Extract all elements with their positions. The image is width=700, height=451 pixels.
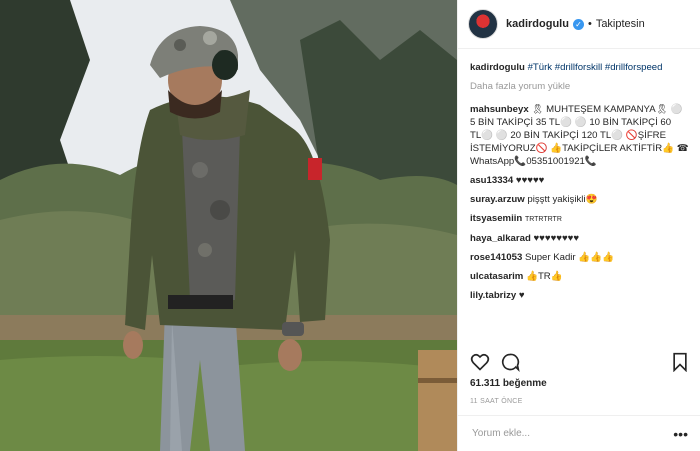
follow-status-button[interactable]: Takiptesin <box>596 18 645 30</box>
comment-item: mahsunbeyx 🎗 MUHTEŞEM KAMPANYA🎗 ⚪ 5 BİN … <box>470 103 690 168</box>
comment-username[interactable]: haya_alkarad <box>470 233 531 244</box>
comment-text: Super Kadir 👍👍👍 <box>524 252 615 263</box>
more-options-icon[interactable]: ••• <box>673 426 688 442</box>
header-username[interactable]: kadirdogulu <box>506 18 569 30</box>
comments-list: kadirdogulu #Türk #drillforskill #drillf… <box>458 49 700 338</box>
comment-item: asu13334 ♥♥♥♥♥ <box>470 174 690 187</box>
heart-icon[interactable] <box>470 352 490 372</box>
add-comment-input[interactable] <box>470 427 674 440</box>
post-header: kadirdogulu ✓ • Takiptesin <box>458 0 700 49</box>
comment-username[interactable]: asu13334 <box>470 175 513 186</box>
add-comment-bar: ••• <box>458 415 700 451</box>
comment-text: 👍TR👍 <box>526 271 563 282</box>
comment-username[interactable]: mahsunbeyx <box>470 104 529 115</box>
comment-text: pişştt yakişikli😍 <box>527 194 598 205</box>
comment-text: ♥♥♥♥♥ <box>515 175 545 186</box>
speech-bubble-icon[interactable] <box>500 352 520 372</box>
verified-badge-icon: ✓ <box>572 18 584 30</box>
caption-hashtags[interactable]: #Türk #drillforskill #drillforspeed <box>528 62 663 73</box>
instagram-post: kadirdogulu ✓ • Takiptesin kadirdogulu #… <box>0 0 700 451</box>
caption-username[interactable]: kadirdogulu <box>470 62 525 73</box>
comment-item: suray.arzuw pişştt yakişikli😍 <box>470 193 690 206</box>
post-sidebar: kadirdogulu ✓ • Takiptesin kadirdogulu #… <box>457 0 700 451</box>
comment-item: itsyasemiin TRTRTRTR <box>470 212 690 226</box>
comment-item: lily.tabrizy ♥ <box>470 289 690 302</box>
avatar[interactable] <box>468 9 498 39</box>
comment-username[interactable]: suray.arzuw <box>470 194 525 205</box>
comment-item: ulcatasarim 👍TR👍 <box>470 270 690 283</box>
comment-item: rose141053 Super Kadir 👍👍👍 <box>470 251 690 264</box>
comment-text: ♥ <box>518 290 525 301</box>
comment-item: haya_alkarad ♥♥♥♥♥♥♥♥ <box>470 232 690 245</box>
caption: kadirdogulu #Türk #drillforskill #drillf… <box>470 61 690 74</box>
photo-illustration <box>0 0 457 451</box>
post-timestamp: 11 SAAT ÖNCE <box>470 398 523 405</box>
post-actions <box>470 350 690 374</box>
like-count[interactable]: 61.311 beğenme <box>470 378 547 389</box>
header-separator: • <box>587 18 592 30</box>
bookmark-icon[interactable] <box>670 352 690 372</box>
comment-username[interactable]: lily.tabrizy <box>470 290 516 301</box>
comment-text: ♥♥♥♥♥♥♥♥ <box>533 233 580 244</box>
post-photo[interactable] <box>0 0 457 451</box>
comment-username[interactable]: itsyasemiin <box>470 213 522 224</box>
comment-text: TRTRTRTR <box>524 216 562 223</box>
load-more-comments-link[interactable]: Daha fazla yorum yükle <box>470 80 690 93</box>
comment-username[interactable]: rose141053 <box>470 252 522 263</box>
comment-username[interactable]: ulcatasarim <box>470 271 523 282</box>
